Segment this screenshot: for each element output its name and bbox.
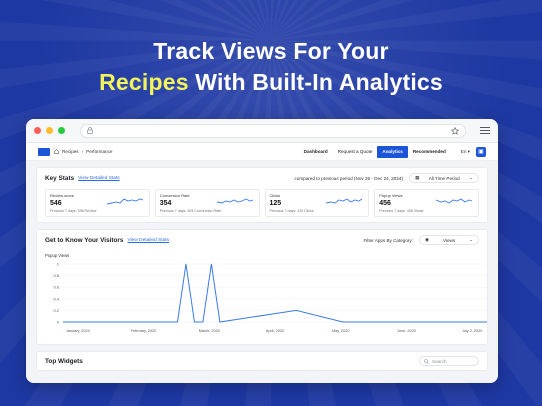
search-placeholder: Search — [432, 358, 447, 364]
search-icon — [424, 358, 429, 364]
address-bar[interactable] — [80, 123, 466, 138]
widgets-search[interactable]: Search — [419, 356, 479, 366]
period-value: All Time Period — [428, 175, 460, 181]
browser-topbar — [26, 119, 498, 143]
calendar-icon: ▦ — [415, 175, 420, 180]
top-widgets-panel: Top Widgets Search — [36, 351, 488, 371]
category-select[interactable]: ◉ Views ⌄ — [419, 235, 479, 245]
sparkline — [216, 198, 253, 204]
headline: Track Views For Your Recipes With Built-… — [0, 36, 542, 98]
series-line — [63, 263, 487, 323]
language-select[interactable]: En ▾ — [461, 149, 470, 155]
y-tick-label: 0.2 — [53, 308, 59, 313]
stat-sub: Previous 7 days: 304 Conversion Rate — [159, 209, 222, 213]
key-stats-panel: Key Stats View Detailed Stats compared t… — [36, 167, 488, 223]
popup-views-chart: 0 0.2 0.4 0.6 0.8 1 January, 2024 February, 202… — [53, 262, 487, 333]
breadcrumb-recipes[interactable]: Recipes — [62, 149, 79, 154]
headline-line-1: Track Views For Your — [153, 38, 389, 64]
x-tick-label: April, 2020 — [266, 329, 284, 333]
visitors-link[interactable]: View Detailed Stats — [127, 238, 169, 243]
stat-cards: Review score 546 Previous 7 days: 596 Re… — [45, 189, 479, 217]
y-tick-label: 0.6 — [53, 285, 59, 290]
stat-sub: Previous 7 days: 120 Clicks — [269, 209, 314, 213]
period-select[interactable]: ▦ All Time Period ⌄ — [409, 173, 479, 183]
stat-card-popup-views[interactable]: Popup Views 456 Previous 7 days: 496 Vie… — [374, 189, 479, 217]
cart-icon[interactable]: ▣ — [476, 146, 486, 157]
visitors-title: Get to Know Your Visitors — [45, 236, 124, 244]
y-tick-label: 0.8 — [53, 273, 59, 278]
sparkline — [326, 198, 363, 204]
maximize-dot[interactable] — [58, 127, 65, 134]
sparkline — [106, 198, 143, 205]
key-stats-title: Key Stats — [45, 174, 75, 182]
nav-recommended[interactable]: Recommended — [408, 146, 451, 158]
x-tick-label: June, 2020 — [397, 329, 416, 333]
key-stats-link[interactable]: View Detailed Stats — [78, 176, 120, 181]
breadcrumb: Recipes › Performance — [54, 149, 112, 154]
close-dot[interactable] — [34, 127, 41, 134]
chevron-down-icon: ⌄ — [469, 175, 473, 180]
main-nav: Dashboard Request a Quote Analytics Reco… — [299, 143, 486, 160]
category-filter: Filter Apps By Category: ◉ Views ⌄ — [363, 235, 479, 245]
sparkline — [436, 198, 472, 204]
chevron-right-icon: › — [81, 149, 84, 154]
x-tick-label: March, 2020 — [199, 329, 220, 333]
eye-icon: ◉ — [425, 237, 430, 242]
y-tick-label: 0 — [57, 320, 60, 325]
x-tick-label: July 2, 2020 — [462, 329, 482, 333]
filter-label: Filter Apps By Category: — [363, 237, 413, 243]
stat-card-clicks[interactable]: Clicks 125 Previous 7 days: 120 Clicks — [264, 189, 370, 217]
star-icon[interactable] — [451, 126, 459, 135]
headline-highlight: Recipes — [99, 69, 189, 95]
hamburger-icon[interactable] — [480, 126, 490, 135]
top-widgets-title: Top Widgets — [45, 357, 83, 365]
app-logo — [38, 147, 50, 156]
stat-sub: Previous 7 days: 496 Views — [379, 209, 424, 213]
home-icon[interactable] — [54, 149, 59, 154]
y-tick-label: 0.4 — [53, 296, 59, 301]
lock-icon — [87, 127, 93, 134]
nav-analytics[interactable]: Analytics — [377, 145, 408, 158]
app-header: Recipes › Performance Dashboard Request … — [26, 143, 498, 161]
headline-rest: With Built-In Analytics — [188, 69, 443, 95]
x-tick-label: January, 2024 — [66, 329, 90, 333]
visitors-panel: Get to Know Your Visitors View Detailed … — [36, 229, 488, 345]
headline-line-2: Recipes With Built-In Analytics — [0, 67, 542, 98]
compare-text: compared to previous period (Nov 25 - De… — [294, 175, 403, 181]
stat-sub: Previous 7 days: 596 Review — [50, 209, 97, 213]
nav-dashboard[interactable]: Dashboard — [299, 146, 333, 158]
minimize-dot[interactable] — [46, 127, 53, 134]
x-tick-label: February, 2020 — [131, 329, 156, 333]
stat-card-review[interactable]: Review score 546 Previous 7 days: 596 Re… — [45, 189, 150, 217]
category-value: Views — [442, 237, 456, 243]
main-content: Key Stats View Detailed Stats compared t… — [26, 161, 498, 383]
browser-window: Recipes › Performance Dashboard Request … — [26, 119, 498, 383]
stat-card-conversion[interactable]: Conversion Rate 354 Previous 7 days: 304… — [154, 189, 260, 217]
x-tick-label: May, 2020 — [332, 329, 349, 333]
y-tick-label: 1 — [57, 262, 60, 267]
chart-ylabel: Popup Views — [45, 253, 70, 258]
nav-request-quote[interactable]: Request a Quote — [333, 146, 378, 158]
chevron-down-icon: ⌄ — [469, 237, 473, 242]
breadcrumb-performance: Performance — [86, 149, 113, 154]
